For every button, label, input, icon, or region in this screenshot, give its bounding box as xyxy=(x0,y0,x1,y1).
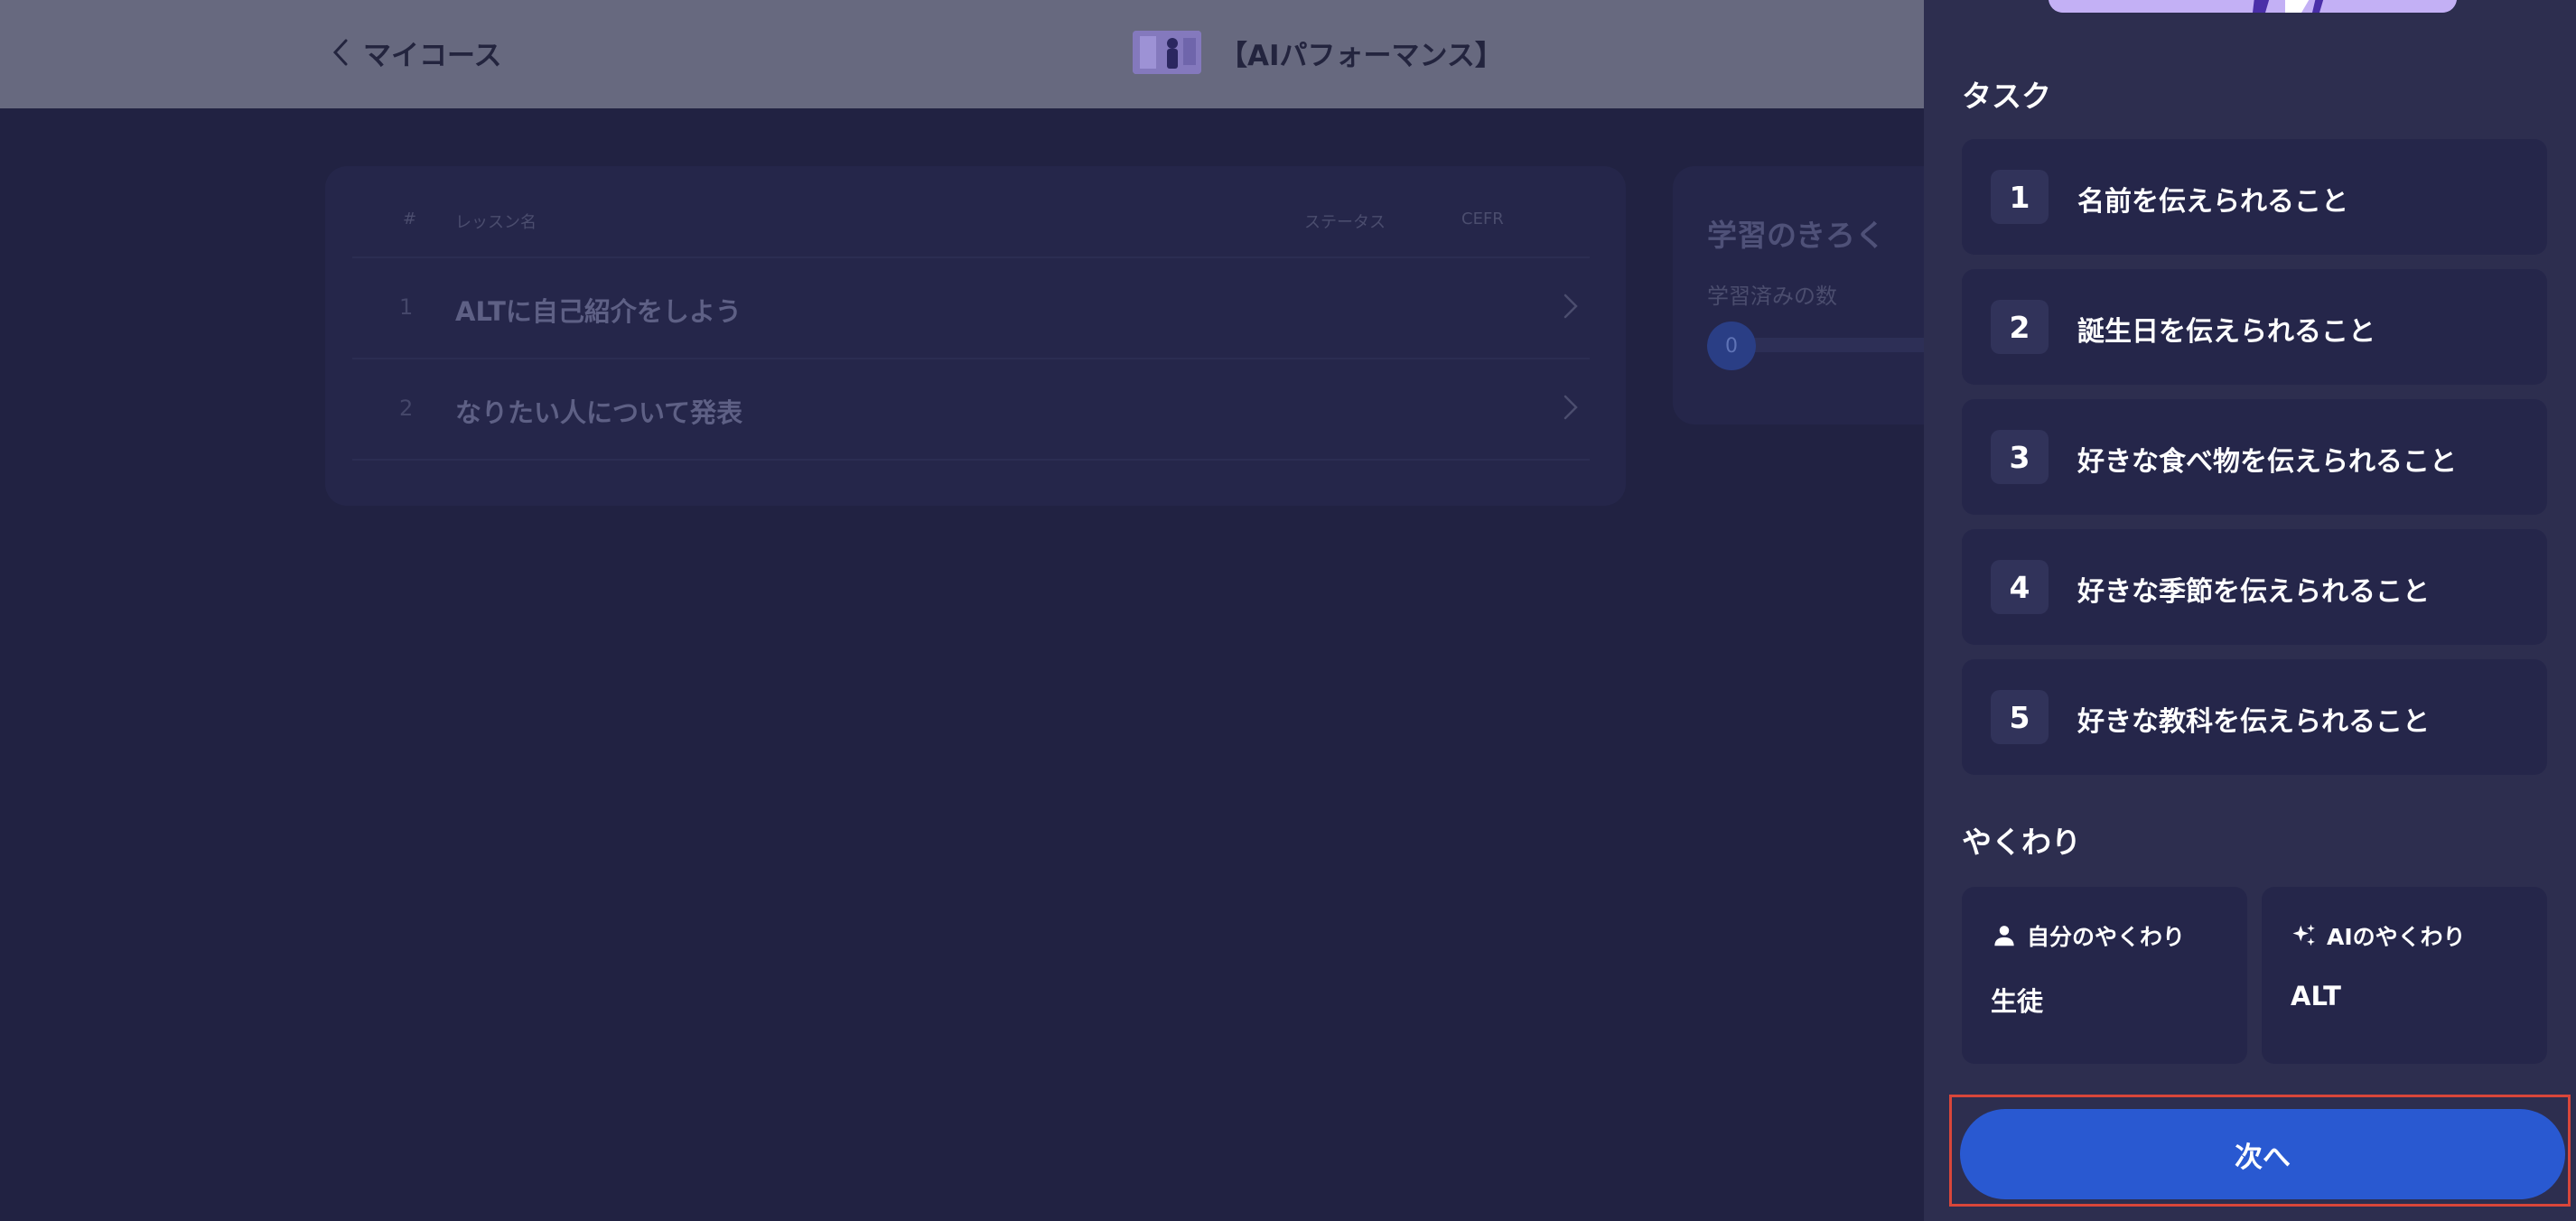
lesson-row[interactable]: 1 ALTに自己紹介をしよう xyxy=(352,256,1590,358)
my-role-heading: 自分のやくわり xyxy=(2027,924,2186,950)
column-cefr: CEFR xyxy=(1461,210,1504,228)
lesson-name: なりたい人について発表 xyxy=(455,397,743,428)
lesson-table-header: # レッスン名 ステータス CEFR xyxy=(352,200,1590,246)
course-header: 【AIパフォーマンス】 xyxy=(1133,29,1503,76)
task-number: 4 xyxy=(1991,560,2049,614)
task-item: 3 好きな食べ物を伝えられること xyxy=(1962,399,2547,515)
lesson-detail-panel: タスク 1 名前を伝えられること 2 誕生日を伝えられること 3 好きな食べ物を… xyxy=(1924,0,2576,1221)
back-to-my-courses-link[interactable]: マイコース xyxy=(331,33,501,72)
lesson-name: ALTに自己紹介をしよう xyxy=(455,296,742,327)
lesson-number: 1 xyxy=(399,294,414,320)
task-label: 誕生日を伝えられること xyxy=(2077,316,2375,348)
column-status: ステータス xyxy=(1304,213,1386,232)
my-role-heading-row: 自分のやくわり xyxy=(1991,919,2185,952)
task-label: 好きな食べ物を伝えられること xyxy=(2077,446,2457,478)
chevron-left-icon xyxy=(332,39,348,66)
task-section-title: タスク xyxy=(1962,79,2051,114)
task-number: 1 xyxy=(1991,170,2049,224)
ai-role-heading-row: AIのやくわり xyxy=(2291,919,2466,952)
person-icon xyxy=(1994,926,2014,946)
chevron-right-icon xyxy=(1563,395,1578,420)
ai-role-card: AIのやくわり ALT xyxy=(2262,887,2547,1064)
task-item: 1 名前を伝えられること xyxy=(1962,139,2547,255)
lesson-illustration xyxy=(2049,0,2457,13)
lesson-row[interactable]: 2 なりたい人について発表 xyxy=(352,358,1590,459)
sparkle-icon xyxy=(2292,924,2315,946)
task-label: 名前を伝えられること xyxy=(2077,186,2348,218)
lesson-list-card: # レッスン名 ステータス CEFR 1 ALTに自己紹介をしよう 2 なりたい… xyxy=(325,166,1626,506)
column-lesson-name: レッスン名 xyxy=(455,213,537,232)
ai-role-heading: AIのやくわり xyxy=(2327,924,2466,950)
back-link-label: マイコース xyxy=(363,39,502,72)
divider xyxy=(352,459,1590,461)
task-item: 2 誕生日を伝えられること xyxy=(1962,269,2547,385)
task-label: 好きな教科を伝えられること xyxy=(2077,706,2430,738)
task-number: 5 xyxy=(1991,690,2049,744)
ai-role-value: ALT xyxy=(2291,981,2341,1011)
task-item: 4 好きな季節を伝えられること xyxy=(1962,529,2547,645)
task-item: 5 好きな教科を伝えられること xyxy=(1962,659,2547,775)
role-section-title: やくわり xyxy=(1962,825,2081,860)
my-role-value: 生徒 xyxy=(1991,986,2044,1017)
course-thumbnail xyxy=(1133,31,1201,74)
task-number: 3 xyxy=(1991,430,2049,484)
record-count-badge: 0 xyxy=(1707,322,1756,370)
task-number: 2 xyxy=(1991,300,2049,354)
record-subtitle: 学習済みの数 xyxy=(1707,284,1837,309)
task-label: 好きな季節を伝えられること xyxy=(2077,576,2430,608)
record-title: 学習のきろく xyxy=(1707,218,1886,253)
my-role-card: 自分のやくわり 生徒 xyxy=(1962,887,2247,1064)
column-number: # xyxy=(403,210,417,228)
lesson-number: 2 xyxy=(399,396,414,421)
course-title: 【AIパフォーマンス】 xyxy=(1219,39,1503,72)
chevron-right-icon xyxy=(1563,294,1578,319)
next-button[interactable]: 次へ xyxy=(1960,1109,2565,1199)
